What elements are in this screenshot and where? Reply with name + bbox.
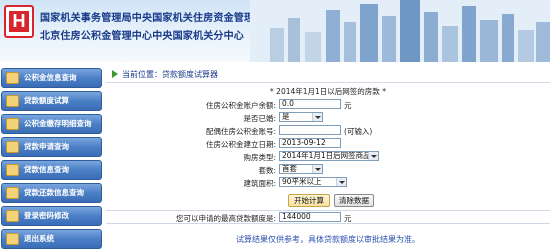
sidebar-item-label: 登录密码修改 [24, 211, 69, 220]
sidebar-item-label: 公积金信息查询 [24, 73, 77, 82]
married-label: 是否已婚: [243, 114, 276, 123]
sidebar-item-label: 贷款额度试算 [24, 96, 69, 105]
result-row: 您可以申请的最高贷款额度是: 144000 元 [106, 210, 550, 224]
sidebar-item-fund-info[interactable]: 公积金信息查询 [1, 68, 102, 88]
folder-icon [6, 72, 19, 84]
sidebar-item-repayment-info[interactable]: 贷款还款信息查询 [1, 183, 102, 203]
logo: H [4, 5, 34, 38]
open-date-input[interactable]: 2013-09-12 [279, 138, 341, 148]
arrow-right-icon [112, 70, 118, 78]
chevron-down-icon [368, 152, 378, 160]
result-label: 您可以申请的最高贷款额度是: [175, 214, 276, 223]
spouse-account-hint: (可输入) [344, 127, 373, 136]
exit-icon [6, 233, 19, 245]
sidebar-item-loan-calculator[interactable]: 贷款额度试算 [1, 91, 102, 111]
floor-area-value: 90平米以上 [282, 177, 322, 186]
floor-area-select[interactable]: 90平米以上 [279, 177, 347, 187]
floor-area-label: 建筑面积: [243, 179, 276, 188]
sidebar-item-label: 贷款申请查询 [24, 142, 69, 151]
chevron-down-icon [336, 178, 346, 186]
sidebar-item-change-password[interactable]: 登录密码修改 [1, 206, 102, 226]
document-icon [6, 118, 19, 130]
sidebar-item-label: 贷款还款信息查询 [24, 188, 84, 197]
folder-icon [6, 187, 19, 199]
sidebar-item-label: 退出系统 [24, 234, 54, 243]
header-title-line1: 国家机关事务管理局中央国家机关住房资金管理中心 [40, 13, 275, 24]
sidebar-item-label: 公积金缴存明细查询 [24, 119, 92, 128]
spouse-account-label: 配偶住房公积金账号: [205, 127, 276, 136]
calculator-icon [6, 95, 19, 107]
sidebar-item-deposit-details[interactable]: 公积金缴存明细查询 [1, 114, 102, 134]
city-skyline-image [250, 0, 550, 62]
balance-input[interactable]: 0.0 [279, 99, 341, 109]
header-title-line2: 北京住房公积金管理中心中央国家机关分中心 [40, 31, 244, 42]
document-icon [6, 141, 19, 153]
sidebar-item-loan-application[interactable]: 贷款申请查询 [1, 137, 102, 157]
key-icon [6, 210, 19, 222]
sidebar: 公积金信息查询 贷款额度试算 公积金缴存明细查询 贷款申请查询 贷款信息查询 贷… [0, 64, 103, 249]
logo-letter: H [9, 11, 29, 32]
result-value-field: 144000 [279, 212, 341, 222]
folder-icon [6, 164, 19, 176]
breadcrumb: 当前位置：贷款额度试算器 [106, 68, 550, 83]
house-count-label: 套数: [258, 166, 276, 175]
balance-label: 住房公积金账户余额: [205, 101, 276, 110]
chevron-down-icon [312, 113, 322, 121]
house-count-value: 首套 [282, 164, 297, 173]
purchase-type-value: 2014年1月1日后网签商品房 [282, 151, 379, 160]
chevron-down-icon [312, 165, 322, 173]
house-count-select[interactable]: 首套 [279, 164, 323, 174]
main-content: 当前位置：贷款额度试算器 * 2014年1月1日以后网签的房款 * 住房公积金账… [106, 64, 550, 249]
married-select-value: 是 [282, 112, 290, 121]
purchase-type-select[interactable]: 2014年1月1日后网签商品房 [279, 151, 379, 161]
spouse-account-input[interactable] [279, 125, 341, 135]
result-unit: 元 [344, 214, 352, 223]
breadcrumb-text: 当前位置：贷款额度试算器 [122, 70, 218, 79]
sidebar-item-logout[interactable]: 退出系统 [1, 229, 102, 249]
married-select[interactable]: 是 [279, 112, 323, 122]
purchase-type-label: 购房类型: [243, 153, 276, 162]
clear-button[interactable]: 清除数据 [334, 194, 374, 207]
sidebar-item-loan-info[interactable]: 贷款信息查询 [1, 160, 102, 180]
disclaimer-text: 试算结果仅供参考，具体贷款额度以审批结果为准。 [236, 235, 420, 244]
form-title: * 2014年1月1日以后网签的房款 * [270, 87, 386, 96]
open-date-label: 住房公积金建立日期: [205, 140, 276, 149]
header-banner: H 国家机关事务管理局中央国家机关住房资金管理中心 北京住房公积金管理中心中央国… [0, 0, 550, 62]
balance-unit: 元 [344, 101, 352, 110]
calculate-button[interactable]: 开始计算 [288, 194, 330, 207]
sidebar-item-label: 贷款信息查询 [24, 165, 69, 174]
